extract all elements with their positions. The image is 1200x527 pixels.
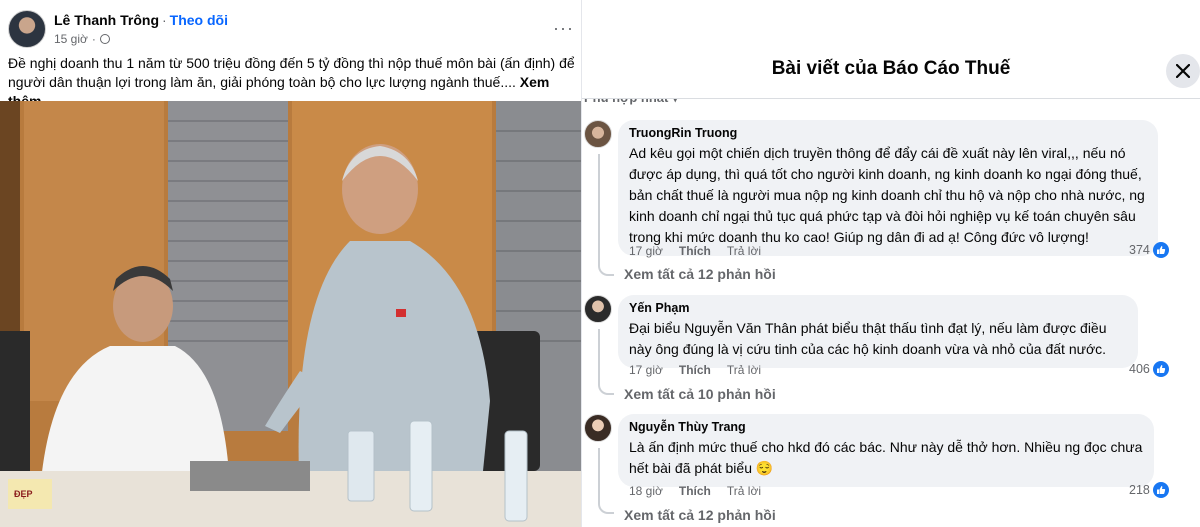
comment-bubble: Yến Phạm Đại biểu Nguyễn Văn Thân phát b…	[618, 295, 1138, 368]
view-replies-link[interactable]: Xem tất cả 12 phản hồi	[624, 266, 776, 282]
panel-divider	[582, 98, 1200, 99]
like-icon	[1152, 361, 1169, 377]
view-replies-link[interactable]: Xem tất cả 10 phản hồi	[624, 386, 776, 402]
comment-author[interactable]: Nguyễn Thùy Trang	[629, 420, 1144, 434]
reply-button[interactable]: Trả lời	[727, 363, 761, 377]
comment-actions: 17 giờ Thích Trả lời	[629, 363, 761, 377]
comment-bubble: TruongRin Truong Ad kêu gọi một chiến dị…	[618, 120, 1158, 256]
thread-line	[598, 329, 600, 383]
panel-title: Bài viết của Báo Cáo Thuế	[771, 58, 1011, 79]
post-header: Lê Thanh Trông · Theo dõi 15 giờ · ···	[8, 10, 578, 50]
comment-bubble: Nguyễn Thùy Trang Là ấn định mức thuế ch…	[618, 414, 1154, 487]
follow-button[interactable]: Theo dõi	[170, 12, 228, 28]
nameplate-text: ĐẸP	[14, 489, 33, 499]
separator-dot: ·	[91, 32, 96, 46]
like-icon	[1152, 242, 1169, 258]
comment-time[interactable]: 18 giờ	[629, 484, 663, 498]
separator-dot: ·	[162, 12, 167, 28]
thread-elbow	[598, 264, 614, 276]
reaction-number: 406	[1129, 362, 1150, 376]
reaction-count[interactable]: 374	[1129, 242, 1169, 258]
comment-actions: 18 giờ Thích Trả lời	[629, 484, 761, 498]
comment-actions: 17 giờ Thích Trả lời	[629, 244, 761, 258]
comment-time[interactable]: 17 giờ	[629, 244, 663, 258]
post-body: Đề nghị doanh thu 1 năm từ 500 triệu đồn…	[8, 55, 575, 90]
globe-icon	[99, 34, 110, 44]
comment-author[interactable]: Yến Phạm	[629, 301, 1128, 315]
reply-button[interactable]: Trả lời	[727, 244, 761, 258]
like-button[interactable]: Thích	[679, 484, 711, 498]
comment-author[interactable]: TruongRin Truong	[629, 126, 1148, 140]
thread-elbow	[598, 502, 614, 514]
more-horizontal-icon[interactable]: ···	[553, 18, 574, 39]
post-time[interactable]: 15 giờ	[54, 32, 88, 46]
thread-line	[598, 154, 600, 264]
thread-line	[598, 448, 600, 502]
view-replies-link[interactable]: Xem tất cả 12 phản hồi	[624, 507, 776, 523]
thread-elbow	[598, 383, 614, 395]
avatar[interactable]	[584, 120, 612, 148]
photo-illustration: ĐẸP	[0, 101, 581, 527]
comment-text: Ad kêu gọi một chiến dịch truyền thông đ…	[629, 145, 1145, 245]
reply-button[interactable]: Trả lời	[727, 484, 761, 498]
comments-panel: Bài viết của Báo Cáo Thuế Phù hợp nhất ▾…	[582, 0, 1200, 527]
reaction-number: 218	[1129, 483, 1150, 497]
like-button[interactable]: Thích	[679, 244, 711, 258]
author-avatar[interactable]	[8, 10, 46, 48]
comment-time[interactable]: 17 giờ	[629, 363, 663, 377]
avatar[interactable]	[584, 295, 612, 323]
avatar[interactable]	[584, 414, 612, 442]
post-photo[interactable]: ĐẸP	[0, 101, 581, 527]
reaction-number: 374	[1129, 243, 1150, 257]
close-icon	[1176, 64, 1190, 78]
author-name[interactable]: Lê Thanh Trông	[54, 12, 159, 28]
post-card: Lê Thanh Trông · Theo dõi 15 giờ · ··· Đề …	[0, 0, 582, 527]
like-icon	[1152, 482, 1169, 498]
reaction-count[interactable]: 218	[1129, 482, 1169, 498]
panel-close-button[interactable]	[1166, 54, 1200, 88]
comment-text: Là ấn định mức thuế cho hkd đó các bác. …	[629, 439, 1143, 476]
post-meta: 15 giờ ·	[54, 32, 110, 46]
reaction-count[interactable]: 406	[1129, 361, 1169, 377]
comment-text: Đại biểu Nguyễn Văn Thân phát biểu thật …	[629, 320, 1107, 357]
like-button[interactable]: Thích	[679, 363, 711, 377]
author-line: Lê Thanh Trông · Theo dõi	[54, 12, 228, 28]
